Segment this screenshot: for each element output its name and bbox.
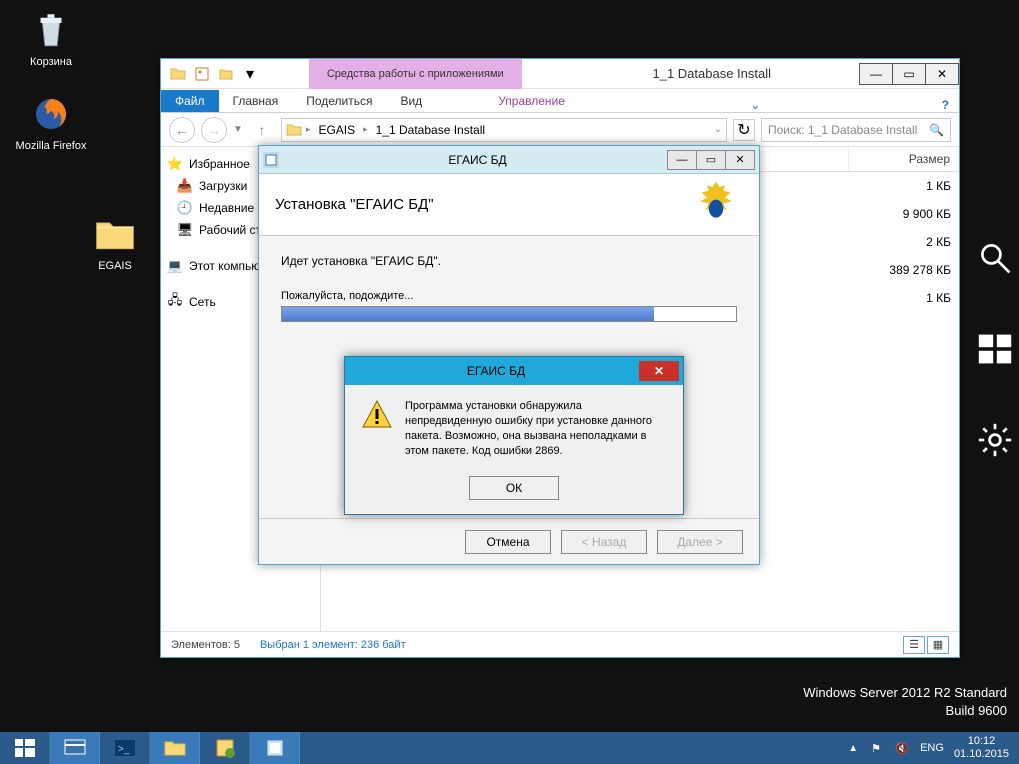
error-title: ЕГАИС БД xyxy=(353,364,639,378)
start-button[interactable] xyxy=(0,732,50,764)
ribbon-expand-icon[interactable]: ⌄ xyxy=(740,98,770,112)
tab-home[interactable]: Главная xyxy=(219,90,293,112)
status-bar: Элементов: 5 Выбран 1 элемент: 236 байт … xyxy=(161,631,959,657)
next-button: Далее > xyxy=(657,530,743,554)
recent-dropdown-icon[interactable]: ▼ xyxy=(233,124,243,135)
back-button[interactable]: ← xyxy=(169,117,195,143)
folder-icon xyxy=(286,122,302,138)
egais-folder-icon[interactable]: EGAIS xyxy=(78,210,152,272)
cancel-button[interactable]: Отмена xyxy=(465,530,551,554)
column-size[interactable]: Размер xyxy=(849,147,959,171)
crumb-egais[interactable]: EGAIS xyxy=(314,123,359,137)
installer-status-text: Идет установка "ЕГАИС БД". xyxy=(281,254,737,268)
egais-folder-label: EGAIS xyxy=(78,260,152,272)
taskbar-explorer[interactable] xyxy=(150,732,200,764)
ok-button[interactable]: ОК xyxy=(469,476,559,500)
svg-text:>_: >_ xyxy=(118,744,130,755)
address-bar: ← → ▼ ↑ ▸ EGAIS ▸ 1_1 Database Install ⌄… xyxy=(161,113,959,147)
folder-icon xyxy=(167,63,189,85)
installer-close-button[interactable]: ✕ xyxy=(725,150,755,170)
charms-bar xyxy=(977,240,1013,463)
network-icon: 🖧 xyxy=(167,294,183,310)
pc-icon: 💻 xyxy=(167,258,183,274)
tray-show-hidden-icon[interactable]: ▲ xyxy=(848,743,858,754)
search-icon: 🔍 xyxy=(929,123,944,137)
qat-dropdown-icon[interactable]: ▾ xyxy=(239,63,261,85)
tab-file[interactable]: Файл xyxy=(161,90,219,112)
forward-button[interactable]: → xyxy=(201,117,227,143)
taskbar-app1[interactable] xyxy=(200,732,250,764)
system-tray: ▲ ⚑ 🔇 ENG 10:12 01.10.2015 xyxy=(838,732,1019,764)
taskbar-powershell[interactable]: >_ xyxy=(100,732,150,764)
recycle-bin-label: Корзина xyxy=(14,56,88,68)
tray-flag-icon[interactable]: ⚑ xyxy=(868,740,884,756)
qat-newfolder-icon[interactable] xyxy=(215,63,237,85)
tab-view[interactable]: Вид xyxy=(386,90,436,112)
ribbon-context-header: Средства работы с приложениями xyxy=(309,59,522,89)
crumb-dbinstall[interactable]: 1_1 Database Install xyxy=(372,123,489,137)
tab-manage[interactable]: Управление xyxy=(484,90,579,112)
error-message: Программа установки обнаружила непредвид… xyxy=(405,399,667,458)
help-icon[interactable]: ? xyxy=(932,98,959,112)
tab-share[interactable]: Поделиться xyxy=(292,90,386,112)
tray-volume-icon[interactable]: 🔇 xyxy=(894,740,910,756)
start-charm-icon[interactable] xyxy=(977,331,1013,372)
error-titlebar[interactable]: ЕГАИС БД ✕ xyxy=(345,357,683,385)
search-charm-icon[interactable] xyxy=(977,240,1013,281)
taskbar-server-manager[interactable] xyxy=(50,732,100,764)
os-watermark: Windows Server 2012 R2 Standard Build 96… xyxy=(803,684,1007,720)
error-dialog: ЕГАИС БД ✕ Программа установки обнаружил… xyxy=(344,356,684,515)
language-indicator[interactable]: ENG xyxy=(920,742,944,754)
installer-title: ЕГАИС БД xyxy=(287,153,668,167)
desktop: Корзина Mozilla Firefox EGAIS Windows Se… xyxy=(0,0,1019,764)
taskbar-installer[interactable] xyxy=(250,732,300,764)
explorer-titlebar[interactable]: ▾ Средства работы с приложениями 1_1 Dat… xyxy=(161,59,959,89)
qat-properties-icon[interactable] xyxy=(191,63,213,85)
firefox-label: Mozilla Firefox xyxy=(14,140,88,152)
installer-maximize-button[interactable]: ▭ xyxy=(696,150,726,170)
progress-bar xyxy=(281,306,737,322)
status-selection: Выбран 1 элемент: 236 байт xyxy=(260,639,406,651)
warning-icon xyxy=(361,399,393,431)
desktop-icon: 🖥 xyxy=(177,222,193,238)
installer-footer: Отмена < Назад Далее > xyxy=(259,518,759,564)
maximize-button[interactable]: ▭ xyxy=(892,63,926,85)
tray-clock[interactable]: 10:12 01.10.2015 xyxy=(954,735,1009,760)
view-icons-icon[interactable]: ▦ xyxy=(927,636,949,654)
settings-charm-icon[interactable] xyxy=(977,422,1013,463)
recycle-bin-icon[interactable]: Корзина xyxy=(14,6,88,68)
view-details-icon[interactable]: ☰ xyxy=(903,636,925,654)
msi-icon xyxy=(263,152,279,168)
up-button[interactable]: ↑ xyxy=(249,117,275,143)
installer-minimize-button[interactable]: — xyxy=(667,150,697,170)
error-close-button[interactable]: ✕ xyxy=(639,361,679,381)
explorer-title: 1_1 Database Install xyxy=(564,66,861,81)
taskbar: >_ ▲ ⚑ 🔇 ENG 10:12 01.10.2015 xyxy=(0,732,1019,764)
downloads-icon: 📥 xyxy=(177,178,193,194)
minimize-button[interactable]: — xyxy=(859,63,893,85)
firefox-icon[interactable]: Mozilla Firefox xyxy=(14,90,88,152)
installer-banner: Установка "ЕГАИС БД" xyxy=(259,174,759,236)
search-input[interactable]: Поиск: 1_1 Database Install 🔍 xyxy=(761,118,951,142)
status-item-count: Элементов: 5 xyxy=(171,639,240,651)
back-button: < Назад xyxy=(561,530,647,554)
star-icon: ⭐ xyxy=(167,156,183,172)
refresh-button[interactable]: ↻ xyxy=(733,119,755,141)
eagle-emblem-icon xyxy=(689,178,743,232)
recent-icon: 🕘 xyxy=(177,200,193,216)
ribbon-tabs: Файл Главная Поделиться Вид Управление ⌄… xyxy=(161,89,959,113)
close-button[interactable]: ✕ xyxy=(925,63,959,85)
installer-titlebar[interactable]: ЕГАИС БД — ▭ ✕ xyxy=(259,146,759,174)
breadcrumb[interactable]: ▸ EGAIS ▸ 1_1 Database Install ⌄ xyxy=(281,118,727,142)
breadcrumb-dropdown-icon[interactable]: ⌄ xyxy=(714,124,722,135)
installer-wait-text: Пожалуйста, подождите... xyxy=(281,290,737,302)
